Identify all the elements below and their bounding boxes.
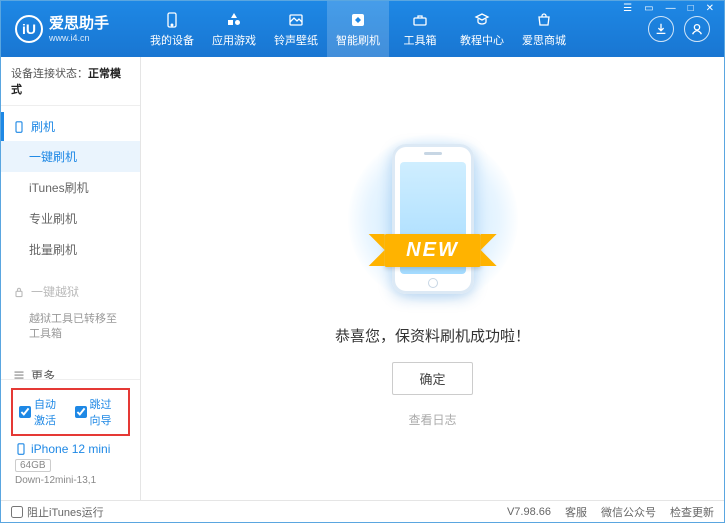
nav-toolbox[interactable]: 工具箱: [389, 1, 451, 57]
sys-settings-icon[interactable]: ☰: [620, 3, 635, 14]
sidebar-item-pro-flash[interactable]: 专业刷机: [1, 203, 140, 234]
nav-smart-flash[interactable]: 智能刷机: [327, 1, 389, 57]
auto-activate-checkbox[interactable]: 自动激活: [19, 396, 67, 428]
check-update-link[interactable]: 检查更新: [670, 504, 714, 520]
sys-maximize-icon[interactable]: □: [685, 3, 697, 14]
wechat-link[interactable]: 微信公众号: [601, 504, 656, 520]
nav-mall[interactable]: 爱思商城: [513, 1, 575, 57]
nav-label: 应用游戏: [212, 32, 256, 48]
device-model: Down-12mini-13,1: [15, 475, 126, 486]
download-button[interactable]: [648, 16, 674, 42]
block-itunes-checkbox[interactable]: 阻止iTunes运行: [11, 504, 104, 520]
nav-label: 工具箱: [404, 32, 437, 48]
view-log-link[interactable]: 查看日志: [408, 411, 456, 428]
mall-icon: [535, 11, 553, 29]
user-icon: [690, 22, 704, 36]
sidebar-item-batch-flash[interactable]: 批量刷机: [1, 234, 140, 265]
user-button[interactable]: [684, 16, 710, 42]
phone-icon: [15, 443, 27, 455]
brand-sub: www.i4.cn: [49, 33, 109, 44]
group-more-head[interactable]: 更多: [1, 361, 140, 379]
download-icon: [654, 22, 668, 36]
nav-tutorial[interactable]: 教程中心: [451, 1, 513, 57]
sidebar: 设备连接状态：正常模式 刷机 一键刷机 iTunes刷机 专业刷机 批量刷机 一…: [1, 57, 141, 500]
device-capacity: 64GB: [15, 459, 51, 472]
tutorial-icon: [473, 11, 491, 29]
group-more-label: 更多: [31, 367, 55, 379]
nav-label: 教程中心: [460, 32, 504, 48]
group-flash-head[interactable]: 刷机: [1, 112, 140, 141]
top-nav: 我的设备 应用游戏 铃声壁纸 智能刷机 工具箱 教程中心 爱思商城: [141, 1, 648, 57]
version-label: V7.98.66: [507, 506, 551, 518]
group-jailbreak-label: 一键越狱: [31, 283, 79, 300]
sys-skin-icon[interactable]: ▭: [641, 3, 656, 14]
nav-my-device[interactable]: 我的设备: [141, 1, 203, 57]
options-highlight-box: 自动激活 跳过向导: [11, 388, 130, 436]
header: iU 爱思助手 www.i4.cn 我的设备 应用游戏 铃声壁纸 智能刷机 工具…: [1, 1, 724, 57]
sys-minimize-icon[interactable]: —: [663, 3, 679, 14]
success-illustration: NEW: [353, 129, 513, 309]
group-jailbreak-head: 一键越狱: [1, 277, 140, 306]
nav-label: 爱思商城: [522, 32, 566, 48]
group-flash-label: 刷机: [31, 118, 55, 135]
ok-button[interactable]: 确定: [392, 362, 472, 395]
skip-guide-checkbox[interactable]: 跳过向导: [75, 396, 123, 428]
jailbreak-note: 越狱工具已转移至 工具箱: [1, 306, 140, 349]
nav-label: 铃声壁纸: [274, 32, 318, 48]
device-block[interactable]: iPhone 12 mini 64GB Down-12mini-13,1: [11, 436, 130, 492]
customer-service-link[interactable]: 客服: [565, 504, 587, 520]
nav-label: 我的设备: [150, 32, 194, 48]
conn-label: 设备连接状态：: [11, 68, 88, 80]
toolbox-icon: [411, 11, 429, 29]
auto-activate-label: 自动激活: [34, 396, 67, 428]
logo-icon: iU: [15, 15, 43, 43]
nav-ringtones[interactable]: 铃声壁纸: [265, 1, 327, 57]
block-itunes-label: 阻止iTunes运行: [27, 504, 104, 520]
lock-icon: [13, 286, 25, 298]
sys-close-icon[interactable]: ✕: [703, 3, 717, 14]
connection-status: 设备连接状态：正常模式: [1, 57, 140, 106]
skip-guide-label: 跳过向导: [90, 396, 123, 428]
phone-icon: [13, 121, 25, 133]
flash-icon: [349, 11, 367, 29]
phone-icon: [163, 11, 181, 29]
sidebar-item-itunes-flash[interactable]: iTunes刷机: [1, 172, 140, 203]
new-ribbon: NEW: [384, 234, 481, 267]
main-content: NEW 恭喜您，保资料刷机成功啦！ 确定 查看日志: [141, 57, 724, 500]
footer: 阻止iTunes运行 V7.98.66 客服 微信公众号 检查更新: [1, 500, 724, 522]
more-icon: [13, 369, 25, 379]
device-name: iPhone 12 mini: [31, 442, 110, 456]
nav-label: 智能刷机: [336, 32, 380, 48]
nav-apps[interactable]: 应用游戏: [203, 1, 265, 57]
brand-title: 爱思助手: [49, 15, 109, 33]
wallpaper-icon: [287, 11, 305, 29]
logo-area: iU 爱思助手 www.i4.cn: [1, 15, 141, 44]
apps-icon: [225, 11, 243, 29]
success-text: 恭喜您，保资料刷机成功啦！: [335, 325, 530, 346]
sidebar-item-oneclick[interactable]: 一键刷机: [1, 141, 140, 172]
